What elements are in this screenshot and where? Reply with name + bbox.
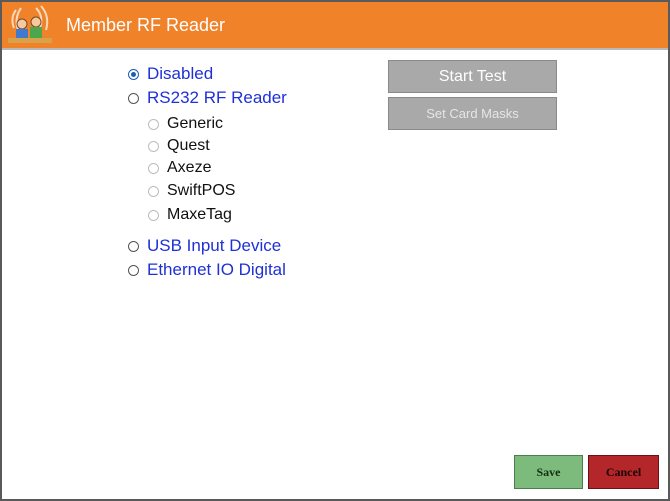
save-button[interactable]: Save — [514, 455, 583, 489]
suboption-generic[interactable]: Generic — [148, 115, 223, 133]
window-title: Member RF Reader — [66, 15, 226, 35]
radio-swiftpos[interactable] — [148, 185, 159, 197]
suboption-generic-label: Generic — [167, 115, 224, 132]
radio-axeze[interactable] — [148, 162, 159, 174]
radio-rs232[interactable] — [128, 92, 139, 104]
suboption-quest[interactable]: Quest — [148, 137, 210, 155]
suboption-axeze[interactable]: Axeze — [148, 159, 211, 177]
radio-quest[interactable] — [148, 140, 159, 152]
title-bar: Member RF Reader — [2, 2, 668, 50]
option-rs232-label: RS232 RF Reader — [147, 88, 287, 107]
suboption-quest-label: Quest — [167, 137, 210, 154]
suboption-axeze-label: Axeze — [167, 159, 212, 176]
radio-usb[interactable] — [128, 240, 139, 252]
suboption-maxetag[interactable]: MaxeTag — [148, 206, 232, 224]
option-ethernet-label: Ethernet IO Digital — [147, 260, 286, 279]
radio-generic[interactable] — [148, 118, 159, 130]
cancel-button[interactable]: Cancel — [588, 455, 659, 489]
option-rs232-rf-reader[interactable]: RS232 RF Reader — [128, 88, 287, 108]
dialog-window: Member RF Reader Disabled RS232 RF Reade… — [0, 0, 670, 501]
set-card-masks-button[interactable]: Set Card Masks — [388, 97, 557, 130]
start-test-button[interactable]: Start Test — [388, 60, 557, 93]
radio-ethernet[interactable] — [128, 264, 139, 276]
option-disabled-label: Disabled — [147, 64, 214, 83]
option-disabled[interactable]: Disabled — [128, 64, 213, 84]
suboption-swiftpos-label: SwiftPOS — [167, 182, 236, 199]
option-usb-input-device[interactable]: USB Input Device — [128, 236, 281, 256]
option-usb-label: USB Input Device — [147, 236, 282, 255]
suboption-maxetag-label: MaxeTag — [167, 206, 232, 223]
radio-maxetag[interactable] — [148, 209, 159, 221]
radio-disabled[interactable] — [128, 68, 139, 80]
rf-reader-logo-icon — [8, 5, 52, 43]
suboption-swiftpos[interactable]: SwiftPOS — [148, 182, 235, 200]
option-ethernet-io-digital[interactable]: Ethernet IO Digital — [128, 260, 286, 280]
